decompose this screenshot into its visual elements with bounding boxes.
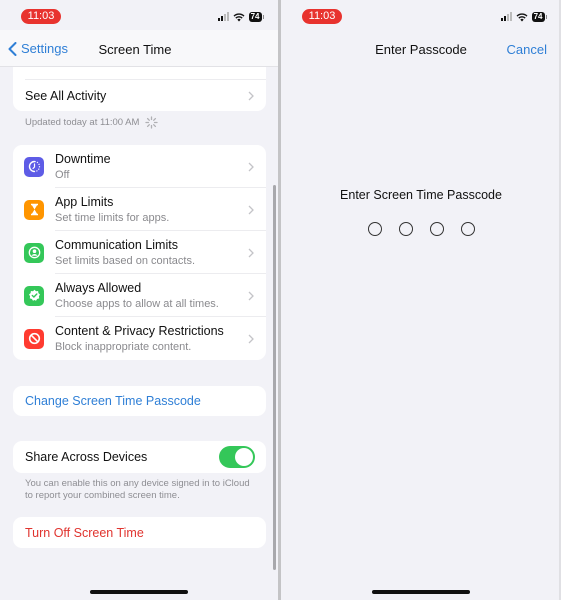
battery-level: 74 xyxy=(531,12,545,22)
share-across-devices-toggle[interactable] xyxy=(219,446,255,468)
turn-off-screen-time-button[interactable]: Turn Off Screen Time xyxy=(13,517,266,548)
passcode-prompt: Enter Screen Time Passcode xyxy=(340,188,502,202)
share-across-devices-label: Share Across Devices xyxy=(25,450,148,464)
passcode-entry-field[interactable] xyxy=(281,222,561,236)
status-time: 11:03 xyxy=(302,9,342,24)
battery-level: 74 xyxy=(248,12,262,22)
share-footnote: You can enable this on any device signed… xyxy=(25,478,250,502)
chevron-right-icon xyxy=(248,291,254,300)
downtime-subtitle: Off xyxy=(55,168,70,181)
navigation-bar: Enter Passcode Cancel xyxy=(281,30,561,67)
cellular-signal-icon xyxy=(217,12,229,21)
communication-limits-subtitle: Set limits based on contacts. xyxy=(55,254,196,267)
app-limits-subtitle: Set time limits for apps. xyxy=(55,211,170,224)
hourglass-icon xyxy=(24,199,44,220)
always-allowed-title: Always Allowed xyxy=(55,280,142,295)
passcode-dot xyxy=(460,222,475,236)
limits-card: Downtime Off App Limits Set time limits … xyxy=(13,145,266,360)
content-privacy-title: Content & Privacy Restrictions xyxy=(55,323,224,338)
status-bar: 11:03 74 xyxy=(0,0,278,30)
passcode-card: Change Screen Time Passcode xyxy=(13,386,266,416)
updated-text: Updated today at 11:00 AM xyxy=(25,116,140,128)
enter-passcode-screen: 11:03 74 Enter Passcode Cancel Enter Scr… xyxy=(281,0,561,600)
status-time: 11:03 xyxy=(21,9,61,24)
chevron-right-icon xyxy=(248,162,254,171)
loading-spinner-icon xyxy=(145,116,159,129)
battery-icon: 74 xyxy=(531,12,547,22)
share-card: Share Across Devices xyxy=(13,441,266,473)
page-title: Screen Time xyxy=(98,42,172,57)
home-indicator[interactable] xyxy=(372,590,470,594)
share-across-devices-row: Share Across Devices xyxy=(13,441,266,473)
home-indicator[interactable] xyxy=(90,590,188,594)
person-circle-icon xyxy=(24,242,44,263)
change-passcode-label: Change Screen Time Passcode xyxy=(25,394,201,408)
wifi-icon xyxy=(233,12,245,21)
passcode-dot xyxy=(367,222,382,236)
status-bar: 11:03 74 xyxy=(281,0,561,30)
app-limits-title: App Limits xyxy=(55,194,114,209)
turn-off-label: Turn Off Screen Time xyxy=(25,525,144,540)
prohibited-icon xyxy=(24,328,44,349)
cellular-signal-icon xyxy=(500,12,512,21)
navigation-bar: Settings Screen Time xyxy=(0,30,278,67)
communication-limits-title: Communication Limits xyxy=(55,237,178,252)
turn-off-card: Turn Off Screen Time xyxy=(13,517,266,548)
cancel-button[interactable]: Cancel xyxy=(507,42,547,57)
battery-icon: 74 xyxy=(248,12,264,22)
passcode-dot xyxy=(398,222,413,236)
activity-card: See All Activity xyxy=(13,67,266,111)
checkmark-seal-icon xyxy=(24,285,44,306)
chevron-right-icon xyxy=(248,205,254,214)
share-footnote-line2: to report your combined screen time. xyxy=(25,490,180,501)
downtime-title: Downtime xyxy=(55,151,111,166)
scroll-indicator[interactable] xyxy=(273,185,276,570)
downtime-row[interactable]: Downtime Off xyxy=(13,145,266,188)
see-all-activity-row[interactable]: See All Activity xyxy=(13,80,266,111)
see-all-activity-label: See All Activity xyxy=(25,88,107,103)
passcode-dot xyxy=(429,222,444,236)
share-footnote-line1: You can enable this on any device signed… xyxy=(25,478,250,489)
always-allowed-row[interactable]: Always Allowed Choose apps to allow at a… xyxy=(13,274,266,317)
app-limits-row[interactable]: App Limits Set time limits for apps. xyxy=(13,188,266,231)
downtime-icon xyxy=(24,156,44,177)
chevron-right-icon xyxy=(248,248,254,257)
chevron-right-icon xyxy=(248,91,254,100)
always-allowed-subtitle: Choose apps to allow at all times. xyxy=(55,297,219,310)
updated-status: Updated today at 11:00 AM xyxy=(25,116,159,129)
content-privacy-row[interactable]: Content & Privacy Restrictions Block ina… xyxy=(13,317,266,360)
chevron-right-icon xyxy=(248,334,254,343)
communication-limits-row[interactable]: Communication Limits Set limits based on… xyxy=(13,231,266,274)
wifi-icon xyxy=(516,12,528,21)
change-passcode-button[interactable]: Change Screen Time Passcode xyxy=(13,386,266,416)
screen-time-settings-screen: 11:03 74 Settings Screen Time See All Ac… xyxy=(0,0,278,600)
chevron-left-icon xyxy=(8,41,17,56)
content-privacy-subtitle: Block inappropriate content. xyxy=(55,340,192,353)
